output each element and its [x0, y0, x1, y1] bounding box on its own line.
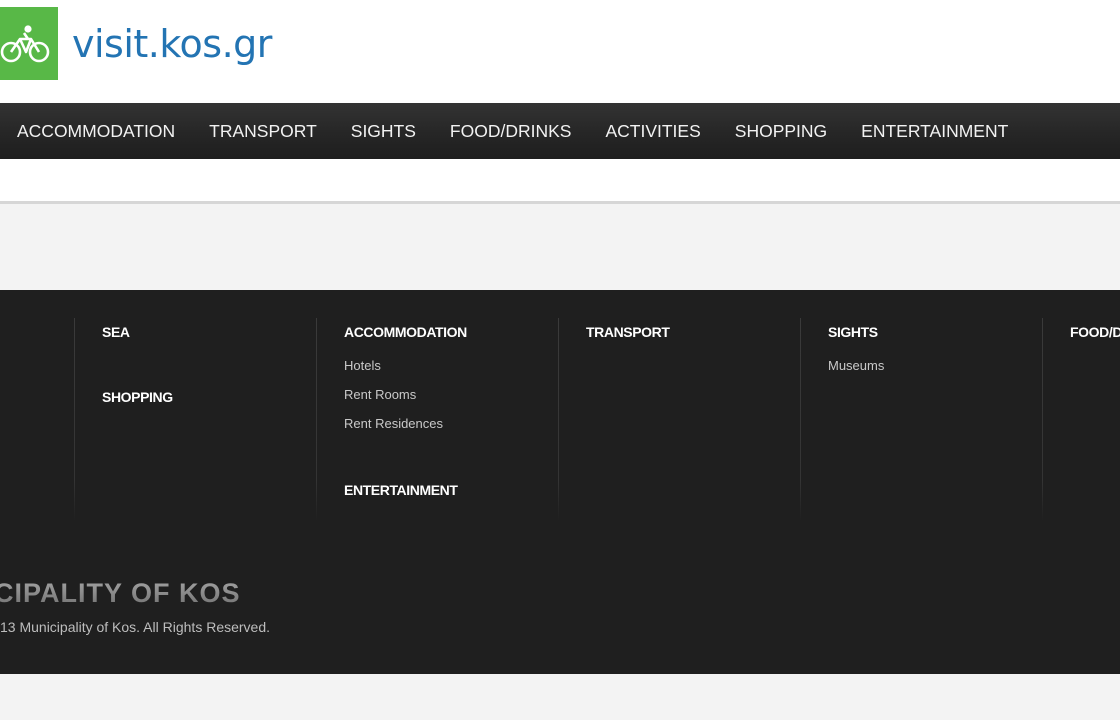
- footer-link-rent-residences[interactable]: Rent Residences: [344, 416, 536, 432]
- footer-heading-sights[interactable]: SIGHTS: [828, 324, 1020, 340]
- footer-link-museums[interactable]: Museums: [828, 358, 1020, 374]
- nav-item-sights[interactable]: SIGHTS: [334, 103, 433, 159]
- footer-heading-food-drinks[interactable]: FOOD/D: [1070, 324, 1120, 340]
- main-navigation: ACCOMMODATION TRANSPORT SIGHTS FOOD/DRIN…: [0, 103, 1120, 159]
- nav-item-accommodation[interactable]: ACCOMMODATION: [0, 103, 192, 159]
- footer-column-1: SEA SHOPPING: [74, 318, 294, 521]
- nav-item-food-drinks[interactable]: FOOD/DRINKS: [433, 103, 589, 159]
- copyright-text: 13 Municipality of Kos. All Rights Reser…: [0, 619, 271, 635]
- nav-item-shopping[interactable]: SHOPPING: [718, 103, 844, 159]
- bicycle-icon: [0, 25, 50, 63]
- footer-column-2: ACCOMMODATION Hotels Rent Rooms Rent Res…: [316, 318, 536, 521]
- footer-heading-accommodation[interactable]: ACCOMMODATION: [344, 324, 536, 340]
- footer-column-5: FOOD/D: [1042, 318, 1120, 521]
- footer-heading-sea[interactable]: SEA: [102, 324, 294, 340]
- content-area: [0, 204, 1120, 290]
- site-logo-text[interactable]: visit.kos.gr: [72, 20, 272, 68]
- page-bottom: [0, 674, 1120, 720]
- footer-heading-entertainment[interactable]: ENTERTAINMENT: [344, 482, 536, 498]
- logo-badge[interactable]: [0, 7, 58, 80]
- footer-link-hotels[interactable]: Hotels: [344, 358, 536, 374]
- footer-column-4: SIGHTS Museums: [800, 318, 1020, 521]
- footer-heading-shopping[interactable]: SHOPPING: [102, 389, 294, 405]
- nav-item-activities[interactable]: ACTIVITIES: [588, 103, 717, 159]
- site-header: visit.kos.gr: [0, 0, 1120, 103]
- nav-item-entertainment[interactable]: ENTERTAINMENT: [844, 103, 1025, 159]
- municipality-title: CIPALITY OF KOS: [0, 578, 241, 609]
- footer-column-3: TRANSPORT: [558, 318, 778, 521]
- footer-heading-transport[interactable]: TRANSPORT: [586, 324, 778, 340]
- footer-link-rent-rooms[interactable]: Rent Rooms: [344, 387, 536, 403]
- nav-item-transport[interactable]: TRANSPORT: [192, 103, 334, 159]
- site-footer: SEA SHOPPING ACCOMMODATION Hotels Rent R…: [0, 290, 1120, 674]
- content-strip: [0, 159, 1120, 204]
